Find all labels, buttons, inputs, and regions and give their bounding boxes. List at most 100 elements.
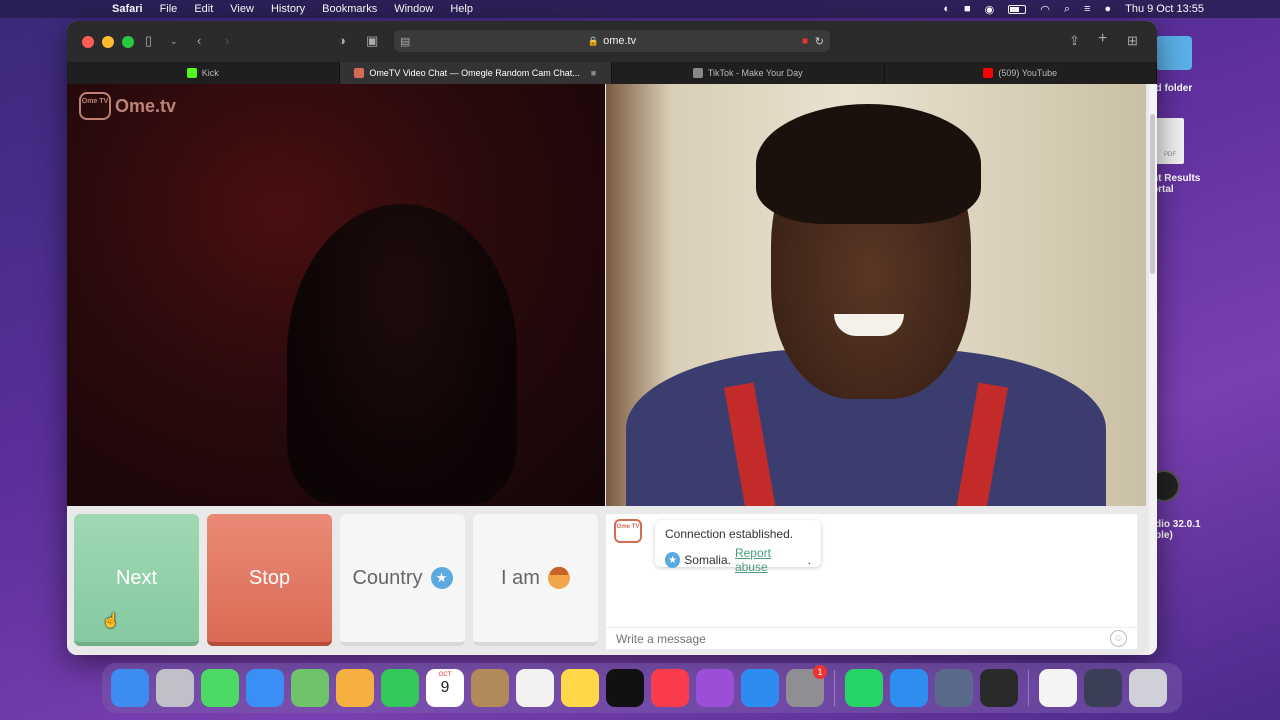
app-store-icon[interactable]	[741, 669, 779, 707]
country-button[interactable]: Country ★	[340, 514, 465, 646]
photos-icon[interactable]	[336, 669, 374, 707]
menu-bar: Safari File Edit View History Bookmarks …	[0, 0, 1280, 18]
stop-button[interactable]: Stop	[207, 514, 332, 646]
document-icon[interactable]	[1039, 669, 1077, 707]
extension-icon[interactable]: ▣	[366, 33, 378, 49]
tab-title: (509) YouTube	[998, 68, 1058, 78]
wifi-icon[interactable]: ◠	[1040, 3, 1050, 16]
tab-title: Kick	[201, 68, 219, 78]
mail-icon[interactable]	[246, 669, 284, 707]
privacy-shield-icon[interactable]: ◑	[338, 33, 346, 48]
tab-title: OmeTV Video Chat — Omegle Random Cam Cha…	[369, 68, 580, 78]
whatsapp-icon[interactable]	[845, 669, 883, 707]
spotlight-search-icon[interactable]: ⌕	[1064, 3, 1070, 16]
remote-video	[606, 84, 1146, 506]
menu-help[interactable]: Help	[450, 3, 473, 15]
tab-bar: Kick OmeTV Video Chat — Omegle Random Ca…	[67, 62, 1157, 84]
menu-edit[interactable]: Edit	[194, 3, 213, 15]
sidebar-toggle-icon[interactable]: ▯	[145, 33, 152, 49]
messages-icon[interactable]	[201, 669, 239, 707]
share-icon[interactable]: ⇪	[1069, 33, 1080, 49]
safari-window: ▯ ⌄ ‹ › ◑ ▣ ▤ 🔒 ome.tv ■ ↻ ⇪ + ⊞ Kick Om…	[67, 21, 1157, 655]
menu-file[interactable]: File	[160, 3, 178, 15]
finder-icon[interactable]	[111, 669, 149, 707]
url-text: ome.tv	[603, 35, 637, 47]
kick-favicon-icon	[186, 68, 197, 78]
status-globe-icon[interactable]: ◐	[943, 3, 950, 15]
next-button[interactable]: Next	[74, 514, 199, 646]
tab-kick[interactable]: Kick	[67, 62, 340, 84]
forward-icon[interactable]: ›	[225, 33, 229, 48]
stop-button-label: Stop	[248, 566, 291, 589]
menu-history[interactable]: History	[271, 3, 305, 15]
message-input[interactable]	[606, 627, 1137, 649]
ometv-logo: Ome TV Ome.tv	[79, 92, 176, 120]
chat-panel: Ome TV Connection established. ★ Somalia…	[606, 514, 1137, 649]
chevron-down-icon[interactable]: ⌄	[170, 36, 178, 47]
report-abuse-link[interactable]: Report abuse	[735, 546, 804, 574]
trash-icon[interactable]	[1129, 669, 1167, 707]
contacts-icon[interactable]	[471, 669, 509, 707]
tab-ometv[interactable]: OmeTV Video Chat — Omegle Random Cam Cha…	[339, 62, 612, 84]
settings-notification-badge: 1	[813, 665, 827, 679]
status-camera-icon[interactable]: ■	[964, 3, 971, 15]
gender-button[interactable]: I am	[473, 514, 598, 646]
close-window-button[interactable]	[82, 35, 94, 48]
menu-app-name[interactable]: Safari	[112, 3, 143, 15]
facetime-icon[interactable]	[381, 669, 419, 707]
hand-cursor-icon: ☝	[102, 612, 120, 628]
ometv-tv-icon: Ome TV	[79, 92, 111, 120]
quicktime-icon[interactable]	[935, 669, 973, 707]
tab-camera-icon: ■	[590, 68, 597, 78]
tab-youtube[interactable]: (509) YouTube	[885, 62, 1157, 84]
reminders-icon[interactable]	[516, 669, 554, 707]
camera-in-use-icon[interactable]: ■	[802, 36, 808, 47]
tiktok-favicon-icon	[692, 68, 703, 78]
tab-title: TikTok - Make Your Day	[707, 68, 803, 78]
reload-icon[interactable]: ↻	[815, 35, 824, 48]
back-icon[interactable]: ‹	[197, 33, 201, 48]
menu-clock[interactable]: Thu 9 Oct 13:55	[1125, 3, 1204, 15]
notes-icon[interactable]	[561, 669, 599, 707]
ometv-favicon-icon	[354, 68, 365, 78]
menu-bookmarks[interactable]: Bookmarks	[322, 3, 377, 15]
status-play-icon[interactable]: ◉	[985, 3, 995, 16]
music-icon[interactable]	[651, 669, 689, 707]
new-tab-icon[interactable]: +	[1098, 30, 1107, 48]
menu-window[interactable]: Window	[394, 3, 433, 15]
dock-separator	[1028, 670, 1029, 706]
obs-icon[interactable]	[980, 669, 1018, 707]
calendar-month: OCT	[438, 672, 452, 678]
lock-icon: 🔒	[587, 35, 600, 46]
country-star-icon: ★	[665, 552, 681, 568]
battery-icon[interactable]	[1008, 4, 1027, 14]
connection-status: Connection established.	[665, 527, 794, 541]
menu-view[interactable]: View	[230, 3, 254, 15]
safari-icon[interactable]	[890, 669, 928, 707]
browser-toolbar: ▯ ⌄ ‹ › ◑ ▣ ▤ 🔒 ome.tv ■ ↻ ⇪ + ⊞	[67, 21, 1157, 62]
calendar-icon[interactable]: OCT 9	[426, 669, 464, 707]
zoom-window-button[interactable]	[122, 35, 134, 48]
gender-button-label: I am	[501, 566, 540, 589]
tab-tiktok[interactable]: TikTok - Make Your Day	[612, 62, 885, 84]
screenshot-icon[interactable]	[1084, 669, 1122, 707]
desktop-folder-icon[interactable]	[1156, 36, 1192, 70]
desktop-pdf-icon[interactable]: PDF	[1156, 118, 1184, 164]
podcasts-icon[interactable]	[696, 669, 734, 707]
address-bar[interactable]: ▤ 🔒 ome.tv ■ ↻	[394, 30, 830, 52]
star-icon: ★	[430, 567, 453, 589]
minimize-window-button[interactable]	[102, 35, 114, 48]
control-center-icon[interactable]: ≡	[1084, 3, 1090, 15]
next-button-label: Next	[115, 566, 158, 589]
maps-icon[interactable]	[291, 669, 329, 707]
siri-icon[interactable]: ●	[1104, 3, 1111, 15]
scrollbar-thumb[interactable]	[1150, 114, 1155, 274]
country-button-label: Country	[352, 566, 423, 589]
emoji-smile-icon[interactable]: ☺	[1110, 630, 1127, 647]
apple-tv-icon[interactable]	[606, 669, 644, 707]
reader-icon[interactable]: ▤	[400, 35, 410, 48]
tab-overview-icon[interactable]: ⊞	[1127, 33, 1138, 49]
system-settings-icon[interactable]: 1	[786, 665, 827, 707]
launchpad-icon[interactable]	[156, 669, 194, 707]
partner-country: Somalia.	[684, 553, 731, 567]
